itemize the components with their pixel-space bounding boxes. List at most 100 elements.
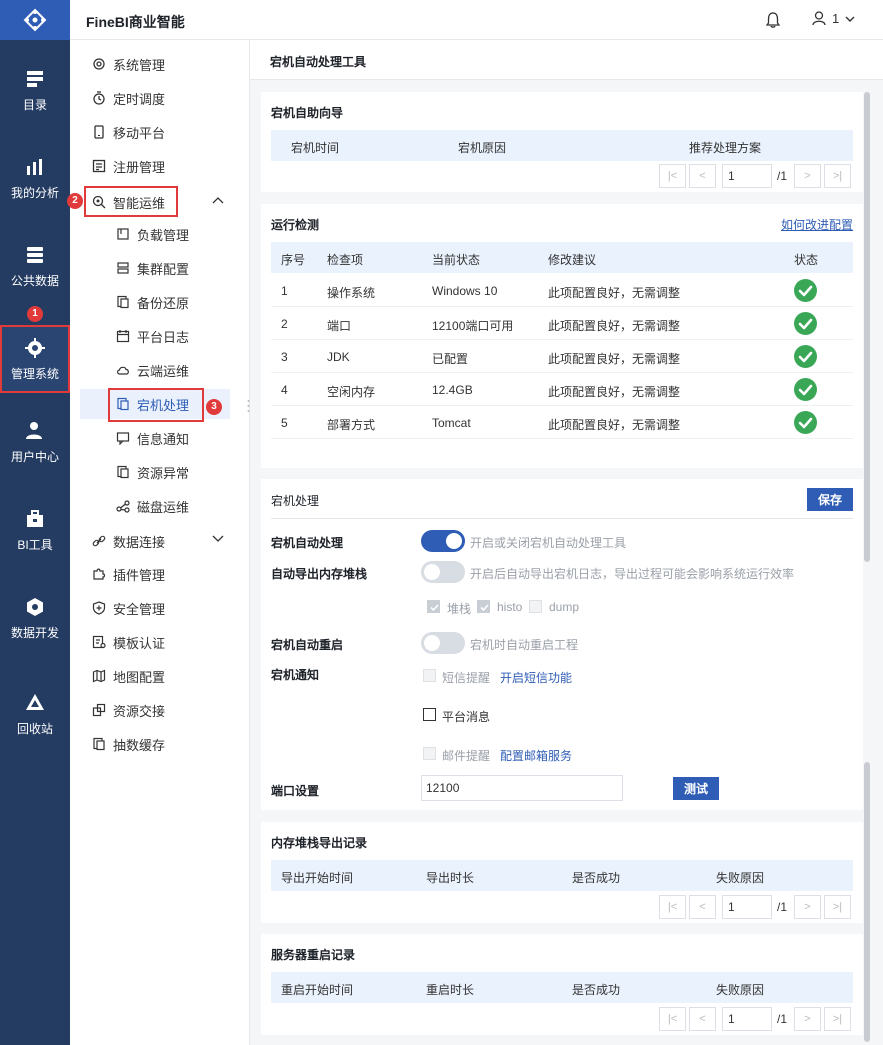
scrollbar-upper[interactable] (864, 92, 870, 562)
col-header: 状态 (794, 253, 819, 267)
menu-label: 信息通知 (137, 431, 190, 447)
menu-scheduling[interactable]: 定时调度 (70, 83, 250, 113)
menu-data-connection[interactable]: 数据连接 (70, 526, 250, 556)
menu-system-management[interactable]: 系统管理 (70, 49, 250, 79)
cell-advice: 此项配置良好，无需调整 (548, 385, 681, 399)
nav-public-data[interactable]: 公共数据 (0, 232, 70, 300)
table-row: 4 空闲内存 12.4GB 此项配置良好，无需调整 (271, 373, 853, 406)
page-title: 宕机自动处理工具 (250, 40, 883, 80)
bell-icon[interactable] (766, 12, 780, 28)
col-header: 导出开始时间 (281, 871, 354, 885)
page-input[interactable]: 1 (722, 895, 772, 919)
backup-icon (117, 295, 129, 309)
menu-disk-ops[interactable]: 磁盘运维 (70, 491, 250, 521)
first-page-button[interactable]: |< (659, 895, 686, 919)
col-header: 修改建议 (548, 253, 597, 267)
next-page-button[interactable]: > (794, 164, 822, 188)
menu-cloud-ops[interactable]: 云端运维 (70, 355, 250, 385)
nav-bi-tools[interactable]: BI工具 (0, 496, 70, 564)
stack-checkbox[interactable] (427, 600, 440, 613)
next-page-button[interactable]: > (794, 895, 822, 919)
nav-management[interactable]: 管理系统 (0, 325, 70, 393)
crash-handling-card: 宕机处理 保存 宕机自动处理 开启或关闭宕机自动处理工具 自动导出内存堆栈 开启… (261, 479, 863, 810)
menu-load-management[interactable]: 负载管理 (70, 219, 250, 249)
auto-restart-toggle[interactable] (421, 632, 465, 654)
annotation-badge-2: 2 (67, 193, 83, 209)
cell-advice: 此项配置良好，无需调整 (548, 352, 681, 366)
sms-checkbox[interactable] (423, 669, 436, 682)
menu-resource-handover[interactable]: 资源交接 (70, 695, 250, 725)
first-page-button[interactable]: |< (659, 1007, 686, 1031)
cell-no: 5 (281, 416, 288, 430)
menu-message-notice[interactable]: 信息通知 (70, 423, 250, 453)
menu-cluster-config[interactable]: 集群配置 (70, 253, 250, 283)
stack-label: 堆栈 (447, 602, 472, 616)
last-page-button[interactable]: >| (824, 1007, 852, 1031)
menu-mobile-platform[interactable]: 移动平台 (70, 117, 250, 147)
menu-template-cert[interactable]: 模板认证 (70, 627, 250, 657)
auto-restart-label: 宕机自动重启 (271, 638, 344, 652)
col-header: 宕机时间 (291, 141, 340, 155)
nav-my-analysis[interactable]: 我的分析 (0, 144, 70, 212)
user-menu[interactable]: 1 (812, 11, 855, 26)
next-page-button[interactable]: > (794, 1007, 822, 1031)
col-header: 重启时长 (426, 983, 475, 997)
port-input[interactable]: 12100 (421, 775, 623, 801)
wizard-table-header: 宕机时间 宕机原因 推荐处理方案 (271, 130, 853, 161)
shield-icon (92, 601, 106, 615)
menu-smart-ops[interactable]: 智能运维 (70, 186, 250, 217)
menu-label: 磁盘运维 (137, 499, 190, 515)
user-icon (812, 11, 826, 26)
improve-config-link[interactable]: 如何改进配置 (781, 216, 853, 233)
wizard-pager: |< < 1 /1 > >| (659, 164, 852, 188)
nav-recycle-label: 回收站 (16, 721, 53, 736)
last-page-button[interactable]: >| (824, 895, 852, 919)
auto-handle-toggle[interactable] (421, 530, 465, 552)
prev-page-button[interactable]: < (689, 895, 716, 919)
first-page-button[interactable]: |< (659, 164, 686, 188)
col-header: 是否成功 (572, 871, 621, 885)
prev-page-button[interactable]: < (689, 1007, 716, 1031)
menu-platform-log[interactable]: 平台日志 (70, 321, 250, 351)
save-button[interactable]: 保存 (807, 488, 853, 511)
menu-plugin-management[interactable]: 插件管理 (70, 559, 250, 589)
cell-item: 操作系统 (327, 286, 376, 300)
calendar-log-icon (116, 330, 130, 343)
menu-resource-exception[interactable]: 资源异常 (70, 457, 250, 487)
catalog-icon (27, 70, 43, 87)
platform-message-checkbox[interactable] (423, 708, 436, 721)
finebi-logo[interactable] (0, 0, 70, 40)
data-dev-icon (27, 597, 43, 616)
nav-user-center[interactable]: 用户中心 (0, 408, 70, 476)
annotation-badge-3: 3 (206, 399, 222, 415)
col-header: 检查项 (327, 253, 364, 267)
nav-recycle[interactable]: 回收站 (0, 680, 70, 748)
dump-checkbox[interactable] (529, 600, 542, 613)
menu-registration[interactable]: 注册管理 (70, 151, 250, 181)
col-header: 是否成功 (572, 983, 621, 997)
histo-checkbox[interactable] (477, 600, 490, 613)
top-bar: FineBI商业智能 1 (70, 0, 883, 40)
nav-bi-tools-label: BI工具 (17, 537, 53, 552)
test-button[interactable]: 测试 (673, 777, 719, 800)
enable-sms-link[interactable]: 开启短信功能 (500, 669, 572, 686)
dump-stack-toggle[interactable] (421, 561, 465, 583)
cell-no: 4 (281, 383, 288, 397)
menu-map-config[interactable]: 地图配置 (70, 661, 250, 691)
main-content: 宕机自动处理工具 宕机自助向导 宕机时间 宕机原因 推荐处理方案 |< < 1 … (250, 40, 883, 1045)
menu-security[interactable]: 安全管理 (70, 593, 250, 623)
menu-backup-restore[interactable]: 备份还原 (70, 287, 250, 317)
page-input[interactable]: 1 (722, 1007, 772, 1031)
nav-data-dev[interactable]: 数据开发 (0, 584, 70, 652)
last-page-button[interactable]: >| (824, 164, 852, 188)
menu-extract-cache[interactable]: 抽数缓存 (70, 729, 250, 759)
scrollbar-lower[interactable] (864, 762, 870, 1042)
mail-checkbox[interactable] (423, 747, 436, 760)
page-input[interactable]: 1 (722, 164, 772, 188)
config-mail-link[interactable]: 配置邮箱服务 (500, 747, 572, 764)
prev-page-button[interactable]: < (689, 164, 716, 188)
cell-state: Windows 10 (432, 284, 498, 298)
menu-label: 负载管理 (137, 227, 190, 243)
nav-catalog[interactable]: 目录 (0, 56, 70, 124)
cell-state: 12.4GB (432, 383, 473, 397)
